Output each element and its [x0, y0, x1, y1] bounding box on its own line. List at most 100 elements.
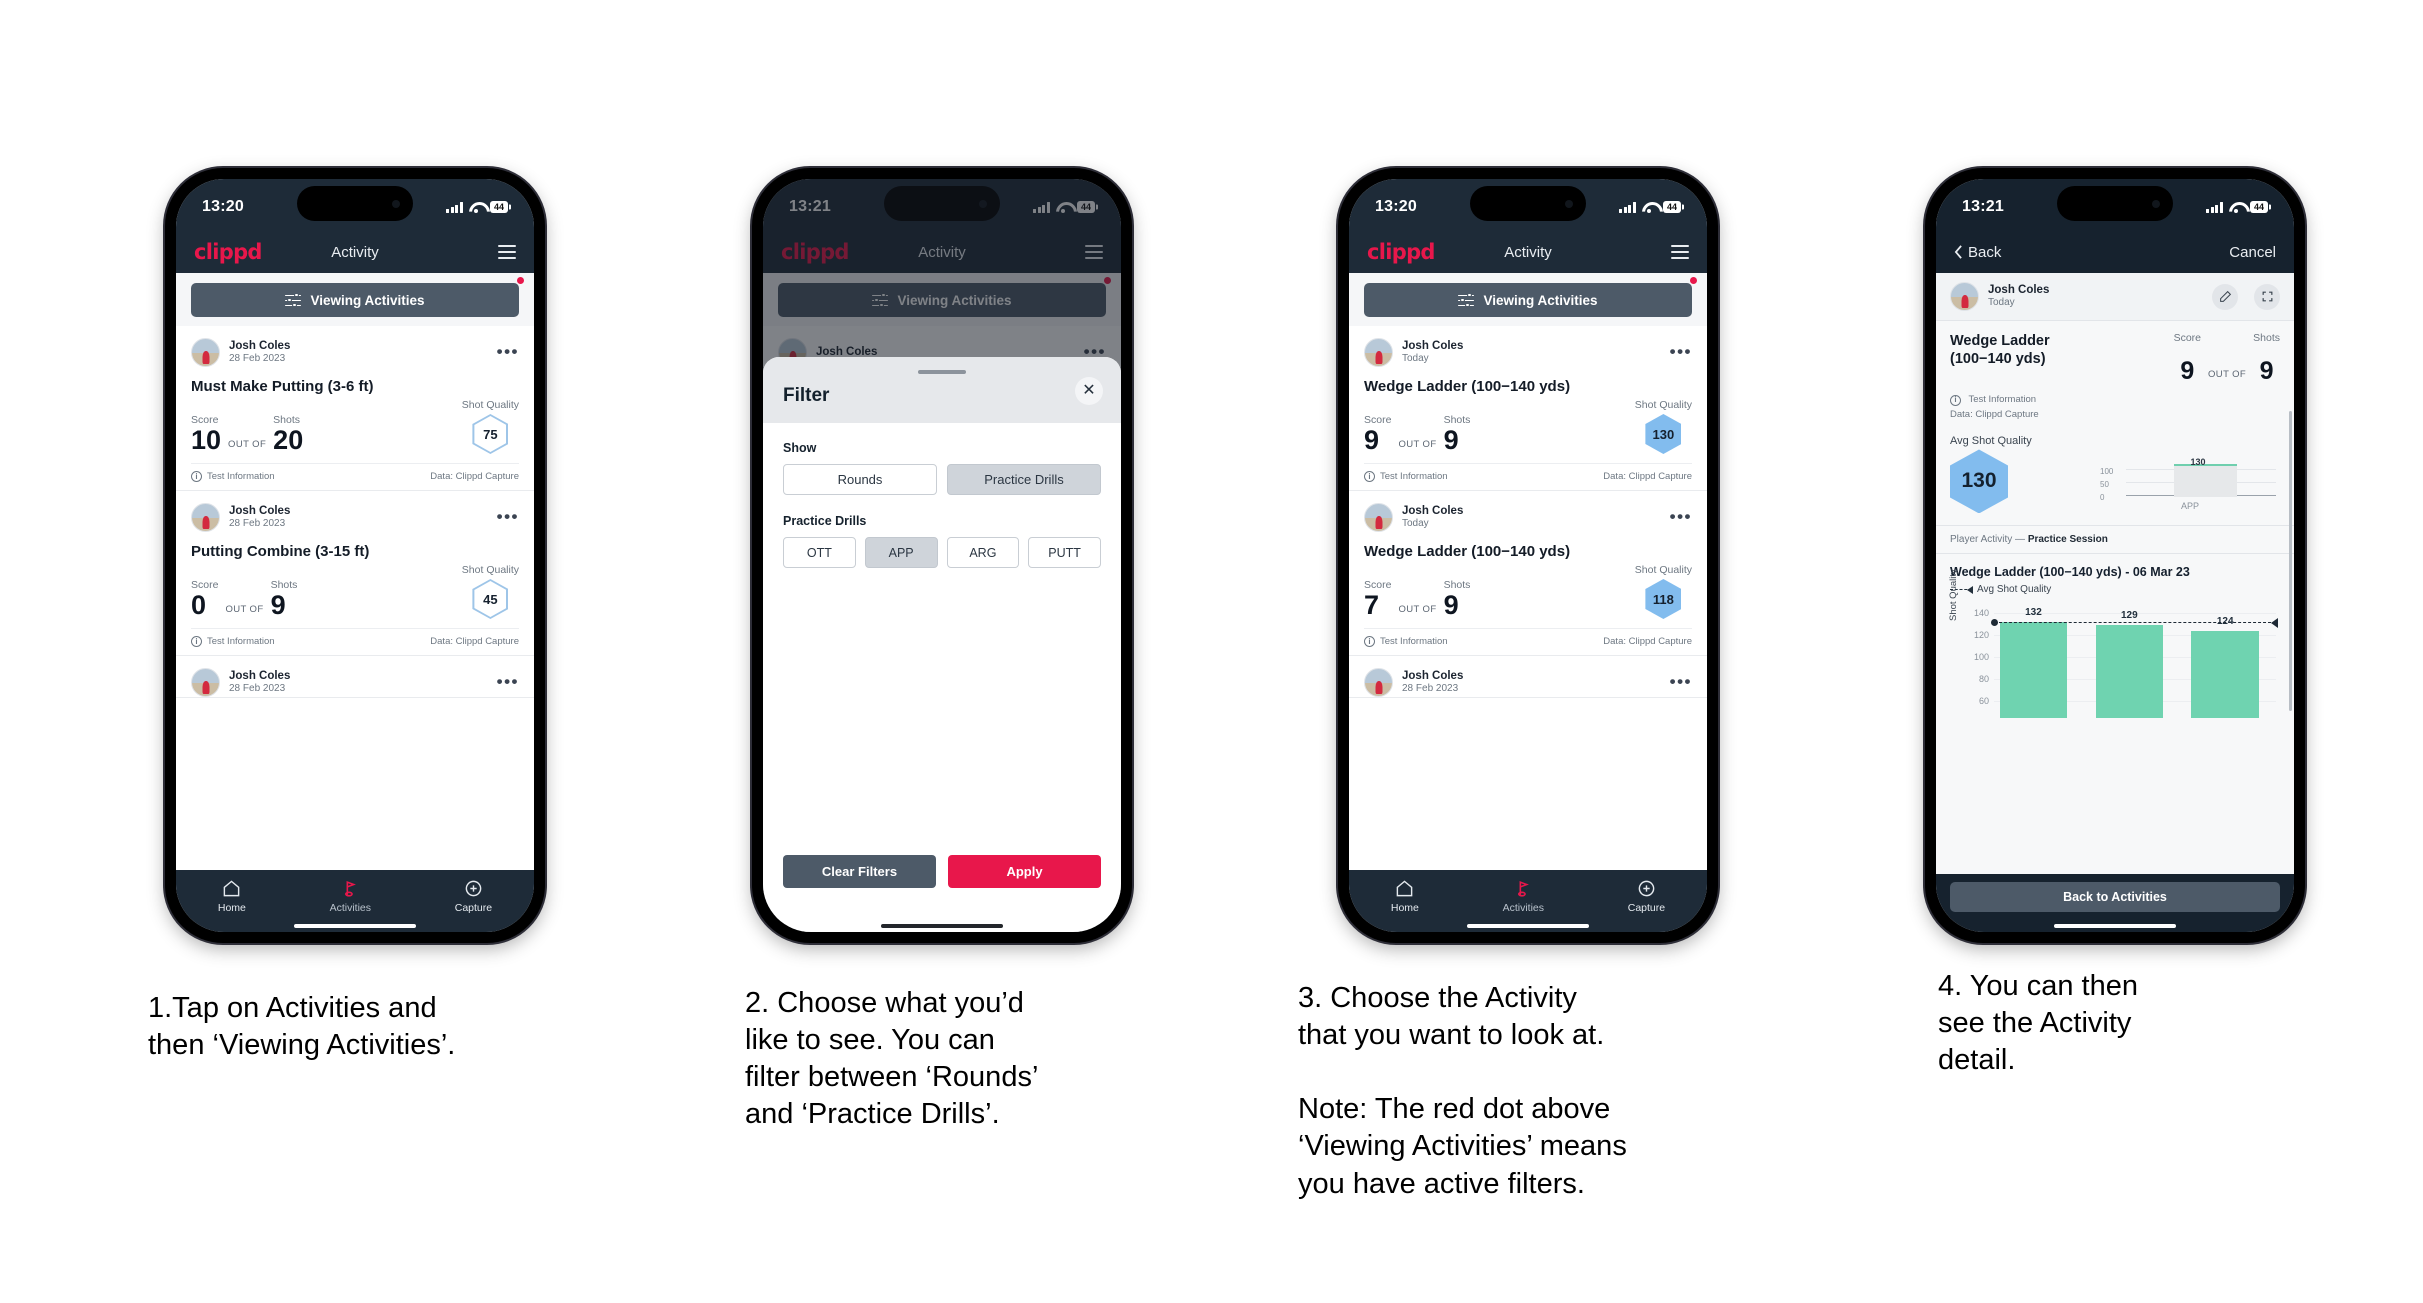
cellular-signal-icon — [1619, 201, 1636, 213]
test-information-label: Test Information — [1968, 394, 2037, 405]
shots-value: 20 — [273, 425, 304, 455]
score-shots-group: Score 0 OUT OF Shots 9 — [191, 579, 297, 619]
card-overflow-menu-icon[interactable]: ••• — [1670, 508, 1692, 525]
shot-quality-label: Shot Quality — [461, 399, 519, 411]
card-overflow-menu-icon[interactable]: ••• — [497, 343, 519, 360]
back-to-activities-button[interactable]: Back to Activities — [1950, 882, 2280, 912]
detail-activity-title: Wedge Ladder (100−140 yds) — [1950, 333, 2050, 368]
info-icon[interactable]: i — [1364, 636, 1375, 647]
back-button[interactable]: Back — [1954, 244, 2001, 261]
card-header: Josh Coles Today ••• — [1364, 503, 1692, 532]
card-overflow-menu-icon[interactable]: ••• — [1670, 343, 1692, 360]
phone-2: 13:21 44 clippd Activity Viewing Activit… — [752, 168, 1132, 943]
phone-2-screen: 13:21 44 clippd Activity Viewing Activit… — [763, 179, 1121, 932]
user-name: Josh Coles — [1402, 670, 1464, 683]
user-block: Josh Coles Today — [1988, 283, 2049, 310]
score-value: 7 — [1364, 590, 1380, 620]
nav-item-activities[interactable]: Activities — [330, 879, 371, 914]
plus-circle-icon — [465, 880, 482, 897]
nav-item-home[interactable]: Home — [1391, 879, 1419, 914]
card-overflow-menu-icon[interactable]: ••• — [497, 508, 519, 525]
nav-item-activities[interactable]: Activities — [1503, 879, 1544, 914]
info-icon[interactable]: i — [191, 471, 202, 482]
status-time: 13:21 — [1962, 198, 2004, 215]
home-indicator — [294, 924, 416, 928]
card-footer: i Test Information Data: Clippd Capture — [191, 628, 519, 655]
status-indicators: 44 — [1619, 200, 1681, 214]
scrollbar[interactable] — [2289, 411, 2292, 711]
user-name: Josh Coles — [1402, 505, 1464, 518]
ytick-60: 60 — [1978, 696, 1989, 707]
shot-quality-label: Shot Quality — [1634, 399, 1692, 411]
player-activity-value: Practice Session — [2027, 534, 2108, 546]
cancel-button[interactable]: Cancel — [2229, 244, 2276, 261]
activity-card[interactable]: Josh Coles 28 Feb 2023 ••• Putting Combi… — [176, 491, 534, 656]
home-indicator — [881, 924, 1003, 928]
shots-value: 9 — [1443, 590, 1459, 620]
caption-step-2: 2. Choose what you’d like to see. You ca… — [745, 987, 1039, 1131]
bar-1-value: 132 — [2025, 607, 2042, 619]
activity-card[interactable]: Josh Coles Today ••• Wedge Ladder (100−1… — [1349, 491, 1707, 656]
shots-col: Shots 9 — [2253, 332, 2280, 384]
show-option-practice-drills[interactable]: Practice Drills — [947, 464, 1101, 495]
activity-date: 28 Feb 2023 — [229, 683, 286, 695]
drill-chip-arg[interactable]: ARG — [946, 537, 1020, 568]
data-source-label: Data: Clippd Capture — [430, 636, 519, 647]
card-footer: i Test Information Data: Clippd Capture — [1364, 463, 1692, 490]
activity-card[interactable]: Josh Coles Today ••• Wedge Ladder (100−1… — [1349, 326, 1707, 491]
player-activity-prefix: Player Activity — — [1950, 534, 2028, 546]
shot-quality-group: Shot Quality 130 — [1635, 399, 1692, 454]
bar-3: 124 — [2191, 616, 2260, 719]
practice-drills-group-label: Practice Drills — [783, 514, 867, 528]
shot-quality-group: Shot Quality 118 — [1635, 564, 1692, 619]
expand-button[interactable] — [2254, 283, 2280, 310]
shots-value: 9 — [270, 590, 286, 620]
close-icon[interactable]: ✕ — [1075, 377, 1103, 405]
avg-shot-quality-label: Avg Shot Quality — [1950, 435, 2032, 448]
viewing-activities-button[interactable]: Viewing Activities — [1364, 283, 1692, 317]
show-option-rounds[interactable]: Rounds — [783, 464, 937, 495]
drill-chip-app[interactable]: APP — [864, 537, 938, 568]
show-segmented-control: Rounds Practice Drills — [783, 464, 1101, 495]
phone-4: 13:21 44 Back Cancel Josh Coles Today We… — [1925, 168, 2305, 943]
detail-header: Josh Coles Today — [1936, 273, 2294, 321]
hamburger-menu-icon[interactable] — [498, 245, 516, 259]
viewing-activities-button[interactable]: Viewing Activities — [191, 283, 519, 317]
info-icon[interactable]: i — [191, 636, 202, 647]
card-overflow-menu-icon[interactable]: ••• — [497, 673, 519, 690]
activity-feed[interactable]: Josh Coles 28 Feb 2023 ••• Must Make Put… — [176, 326, 534, 870]
hamburger-menu-icon[interactable] — [1671, 245, 1689, 259]
activity-card[interactable]: Josh Coles 28 Feb 2023 ••• — [1349, 656, 1707, 698]
mini-chart-ytick-50: 50 — [2100, 480, 2109, 490]
sheet-grabber[interactable] — [918, 370, 966, 374]
apply-button[interactable]: Apply — [948, 855, 1101, 888]
shots-col: Shots 9 — [1444, 579, 1471, 619]
card-overflow-menu-icon[interactable]: ••• — [1670, 673, 1692, 690]
activity-feed[interactable]: Josh Coles Today ••• Wedge Ladder (100−1… — [1349, 326, 1707, 870]
home-icon — [1397, 880, 1413, 897]
info-icon[interactable]: i — [1364, 471, 1375, 482]
score-value: 9 — [2180, 357, 2195, 385]
shot-quality-hexagon: 118 — [1645, 579, 1682, 619]
golf-flag-icon — [344, 881, 356, 897]
nav-item-capture[interactable]: Capture — [1628, 879, 1665, 914]
activity-card[interactable]: Josh Coles 28 Feb 2023 ••• — [176, 656, 534, 698]
clear-filters-button[interactable]: Clear Filters — [783, 855, 936, 888]
score-label: Score — [2173, 332, 2202, 344]
nav-item-home[interactable]: Home — [218, 879, 246, 914]
activity-date: Today — [1402, 518, 1429, 530]
dynamic-island — [297, 186, 413, 221]
shot-quality-value: 45 — [474, 581, 507, 617]
detail-body[interactable]: Wedge Ladder (100−140 yds) Score 9 OUT O… — [1936, 321, 2294, 874]
edit-button[interactable] — [2212, 283, 2238, 310]
ytick-120: 120 — [1973, 630, 1989, 641]
info-icon[interactable]: i — [1950, 394, 1961, 406]
drill-chip-ott[interactable]: OTT — [783, 537, 856, 568]
clippd-logo: clippd — [194, 240, 262, 264]
filter-sheet: Filter ✕ Show Rounds Practice Drills Pra… — [763, 357, 1121, 932]
plus-circle-icon — [1638, 880, 1655, 897]
activity-card[interactable]: Josh Coles 28 Feb 2023 ••• Must Make Put… — [176, 326, 534, 491]
home-indicator — [2054, 924, 2176, 928]
drill-chip-putt[interactable]: PUTT — [1028, 537, 1101, 568]
nav-item-capture[interactable]: Capture — [455, 879, 492, 914]
